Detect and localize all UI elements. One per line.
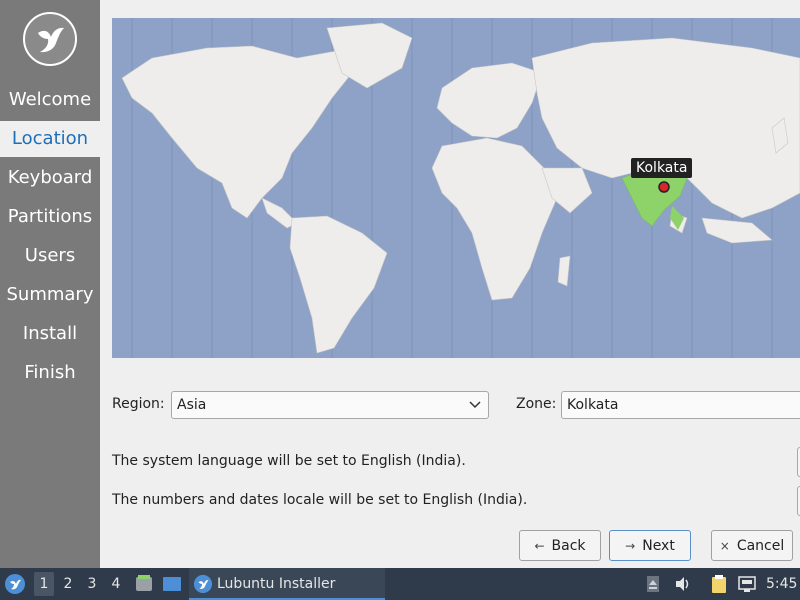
city-tooltip: Kolkata xyxy=(631,158,693,178)
network-icon xyxy=(738,576,756,592)
close-icon: × xyxy=(719,538,730,553)
region-label: Region: xyxy=(112,396,165,412)
sidebar: Welcome Location Keyboard Partitions Use… xyxy=(0,0,100,568)
sidebar-step-users: Users xyxy=(24,245,76,266)
next-button-label: Next xyxy=(642,537,675,554)
installer-icon xyxy=(193,574,213,594)
region-value: Asia xyxy=(177,397,207,413)
sidebar-step-partitions: Partitions xyxy=(7,206,93,227)
sidebar-step-finish: Finish xyxy=(24,362,76,383)
desktop-icon xyxy=(163,577,181,591)
zone-value: Kolkata xyxy=(567,397,619,413)
back-button-label: Back xyxy=(551,537,586,554)
desktop-2-button[interactable]: 2 xyxy=(58,568,78,600)
language-info-text: The system language will be set to Engli… xyxy=(112,453,466,469)
cancel-button-label: Cancel xyxy=(736,537,785,554)
cancel-button[interactable]: × Cancel xyxy=(711,530,793,561)
file-manager-launcher[interactable] xyxy=(134,568,154,600)
zone-label: Zone: xyxy=(516,396,557,412)
sidebar-step-keyboard: Keyboard xyxy=(7,167,93,188)
lubuntu-logo-icon xyxy=(23,12,77,66)
sidebar-step-welcome: Welcome xyxy=(8,89,92,110)
arrow-right-icon: → xyxy=(625,538,636,553)
start-menu-button[interactable] xyxy=(4,568,28,600)
taskbar: 1 2 3 4 Lubuntu Installer 5:45 xyxy=(0,568,800,600)
back-button[interactable]: ← Back xyxy=(519,530,601,561)
taskbar-app-lubuntu-installer[interactable]: Lubuntu Installer xyxy=(189,568,385,600)
show-desktop-launcher[interactable] xyxy=(162,568,184,600)
network-tray-button[interactable] xyxy=(737,568,759,600)
sidebar-step-location: Location xyxy=(0,121,100,157)
taskbar-app-title: Lubuntu Installer xyxy=(217,576,336,592)
world-map-graphic xyxy=(121,18,800,358)
volume-icon xyxy=(676,577,689,591)
sidebar-step-summary: Summary xyxy=(6,284,94,305)
eject-tray-button[interactable] xyxy=(646,568,664,600)
sidebar-step-install: Install xyxy=(22,323,78,344)
region-combobox[interactable]: Asia xyxy=(171,391,489,419)
numbers-info-text: The numbers and dates locale will be set… xyxy=(112,492,528,508)
zone-combobox[interactable]: Kolkata xyxy=(561,391,800,419)
desktop-3-button[interactable]: 3 xyxy=(82,568,102,600)
clipboard-tray-button[interactable] xyxy=(710,568,730,600)
desktop-4-button[interactable]: 4 xyxy=(106,568,126,600)
desktop-1-button[interactable]: 1 xyxy=(34,572,54,596)
clock[interactable]: 5:45 xyxy=(766,568,798,600)
arrow-left-icon: ← xyxy=(534,538,545,553)
clipboard-icon xyxy=(712,575,726,593)
eject-icon xyxy=(647,576,659,592)
lubuntu-menu-icon xyxy=(5,574,25,594)
timezone-map[interactable]: Kolkata xyxy=(112,18,800,358)
file-manager-icon xyxy=(136,575,152,591)
next-button[interactable]: → Next xyxy=(609,530,691,561)
chevron-down-icon xyxy=(469,401,481,409)
volume-tray-button[interactable] xyxy=(674,568,694,600)
city-pin-icon xyxy=(658,181,670,193)
